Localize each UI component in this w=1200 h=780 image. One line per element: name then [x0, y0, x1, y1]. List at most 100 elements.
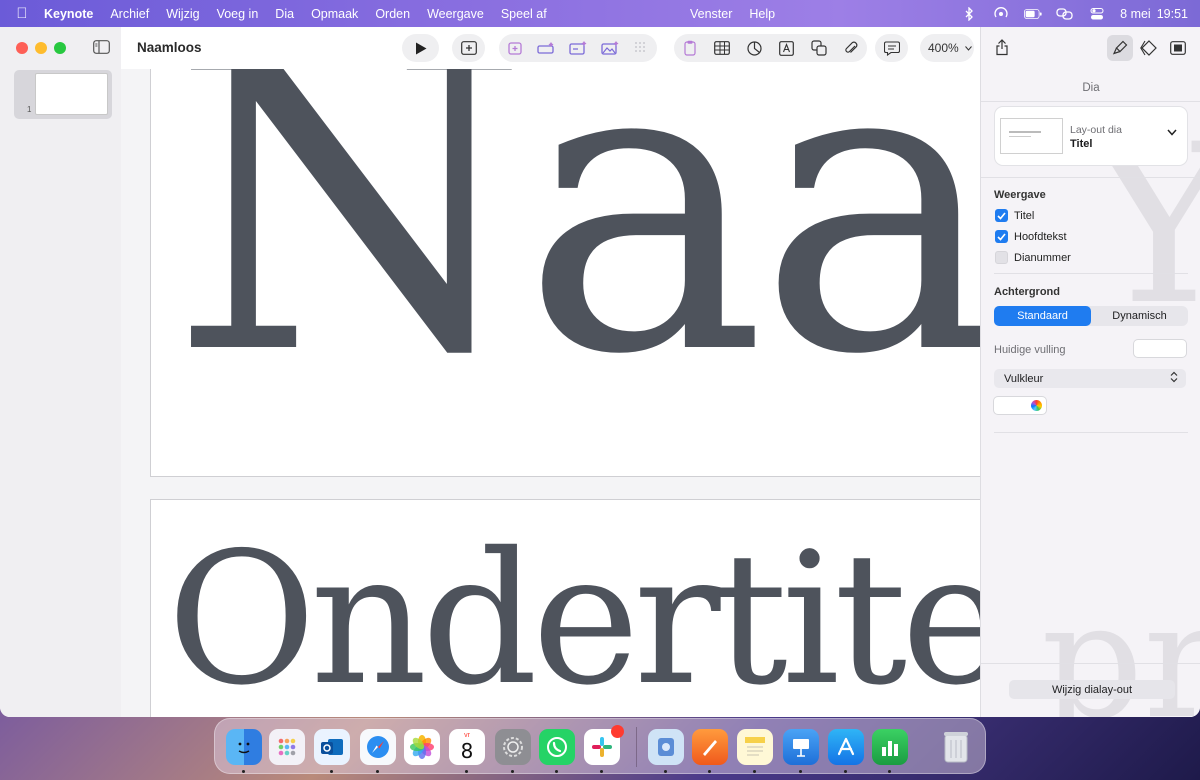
checkbox-label: Titel [1014, 209, 1035, 222]
control-center-icon[interactable] [1088, 6, 1106, 22]
dock-safari-icon[interactable] [360, 729, 396, 765]
dock-launchpad-icon[interactable] [269, 729, 305, 765]
airdrop-icon[interactable] [992, 6, 1010, 22]
menu-help[interactable]: Help [749, 7, 775, 21]
layout-label: Lay-out dia [1070, 124, 1122, 136]
calendar-day: 8 [460, 739, 474, 763]
ai-text-icon[interactable] [531, 34, 563, 62]
dock-app-store-icon[interactable] [828, 729, 864, 765]
edit-slide-layout-button[interactable]: Wijzig dialay-out [1009, 680, 1175, 699]
battery-icon[interactable] [1024, 6, 1042, 22]
document-tab[interactable] [1165, 35, 1191, 61]
play-button[interactable] [402, 34, 439, 62]
insert-tools-group [674, 34, 867, 62]
dock-outlook-icon[interactable] [314, 729, 350, 765]
chevron-down-icon [1167, 129, 1177, 136]
checkbox-checked-icon[interactable] [995, 230, 1008, 243]
menu-orden[interactable]: Orden [375, 7, 410, 21]
table-icon[interactable] [706, 34, 738, 62]
animate-icon [1140, 40, 1157, 56]
media-attachment-icon[interactable] [835, 34, 867, 62]
dock-running-indicator [242, 770, 245, 773]
dock-pages-icon[interactable] [692, 729, 728, 765]
dock-calendar-icon[interactable]: vr 8 [449, 729, 485, 765]
dock-system-settings-icon[interactable] [495, 729, 531, 765]
menu-opmaak[interactable]: Opmaak [311, 7, 358, 21]
zoom-window-button[interactable] [54, 42, 66, 54]
slide-layout-dropdown[interactable]: Lay-out dia Titel [995, 107, 1187, 165]
menu-voeg-in[interactable]: Voeg in [217, 7, 259, 21]
comment-button[interactable] [875, 34, 908, 62]
ai-grid-icon [625, 34, 657, 62]
sidebar-toggle-icon[interactable] [93, 40, 110, 57]
share-icon[interactable] [995, 39, 1009, 59]
layout-thumbnail [1000, 118, 1063, 154]
dock-keynote-icon[interactable] [783, 729, 819, 765]
dock-running-indicator [330, 770, 333, 773]
checkbox-hoofdtekst[interactable]: Hoofdtekst [995, 230, 1067, 243]
dock-whatsapp-icon[interactable] [539, 729, 575, 765]
slide-canvas[interactable]: Naam Ondertitel [121, 69, 980, 717]
shape-icon[interactable] [803, 34, 835, 62]
menubar-time[interactable]: 19:51 [1157, 7, 1188, 21]
dock-photos-icon[interactable] [404, 729, 440, 765]
slide-thumbnail-selected[interactable]: 1 [14, 70, 112, 119]
menu-app-keynote[interactable]: Keynote [44, 7, 93, 21]
zoom-dropdown[interactable]: 400% [920, 34, 974, 62]
menubar-date[interactable]: 8 mei [1120, 7, 1151, 21]
ai-insert-icon[interactable] [499, 34, 531, 62]
fill-type-popup[interactable]: Vulkleur [994, 369, 1186, 388]
slide-title-text[interactable]: Naam [171, 69, 980, 410]
close-window-button[interactable] [16, 42, 28, 54]
clipboard-icon[interactable] [674, 34, 706, 62]
screen-mirroring-icon[interactable] [1056, 6, 1074, 22]
dock-finder-icon[interactable] [226, 729, 262, 765]
menu-wijzig[interactable]: Wijzig [166, 7, 199, 21]
menu-weergave[interactable]: Weergave [427, 7, 484, 21]
ai-chart-icon[interactable] [562, 34, 594, 62]
minimize-window-button[interactable] [35, 42, 47, 54]
apple-menu-icon[interactable]:  [14, 5, 30, 22]
ai-image-icon[interactable] [594, 34, 626, 62]
chart-icon[interactable] [738, 34, 770, 62]
fill-type-value: Vulkleur [1004, 372, 1044, 385]
segment-standaard[interactable]: Standaard [994, 306, 1091, 326]
dock-running-indicator [888, 770, 891, 773]
dock-preview-icon[interactable] [648, 729, 684, 765]
animate-tab[interactable] [1136, 35, 1162, 61]
menu-venster[interactable]: Venster [690, 7, 732, 21]
add-slide-button[interactable] [452, 34, 485, 62]
document-icon [1170, 41, 1186, 55]
segment-dynamisch[interactable]: Dynamisch [1091, 306, 1188, 326]
document-title[interactable]: Naamloos [137, 40, 202, 55]
checkbox-unchecked-icon[interactable] [995, 251, 1008, 264]
menu-dia[interactable]: Dia [275, 7, 294, 21]
slide-thumbnail-number: 1 [27, 105, 32, 114]
slide-subtitle-text[interactable]: Ondertitel [167, 528, 980, 710]
format-tab[interactable] [1107, 35, 1133, 61]
dock-trash-icon[interactable] [938, 729, 974, 765]
dock-numbers-icon[interactable] [872, 729, 908, 765]
menu-archief[interactable]: Archief [110, 7, 149, 21]
dock-slack-icon[interactable] [584, 725, 624, 765]
slide-thumbnail[interactable] [35, 73, 108, 115]
slide-1-body[interactable]: Ondertitel [150, 499, 980, 717]
checkbox-checked-icon[interactable] [995, 209, 1008, 222]
dock-running-indicator [664, 770, 667, 773]
color-wheel-icon[interactable] [1031, 400, 1042, 411]
checkbox-titel[interactable]: Titel [995, 209, 1034, 222]
bluetooth-icon[interactable] [960, 6, 978, 22]
checkbox-dianummer[interactable]: Dianummer [995, 251, 1071, 264]
slide-navigator: 1 [0, 27, 122, 717]
divider [994, 273, 1188, 274]
current-fill-swatch[interactable] [1134, 340, 1186, 357]
dock-running-indicator [376, 770, 379, 773]
divider [981, 663, 1200, 664]
slide-1[interactable]: Naam [150, 69, 980, 477]
chevron-down-icon [964, 45, 972, 51]
dock-notes-icon[interactable] [737, 729, 773, 765]
text-box-icon[interactable] [771, 34, 803, 62]
ai-tools-group [499, 34, 657, 62]
fill-color-well[interactable] [994, 397, 1046, 414]
menu-speel-af[interactable]: Speel af [501, 7, 547, 21]
